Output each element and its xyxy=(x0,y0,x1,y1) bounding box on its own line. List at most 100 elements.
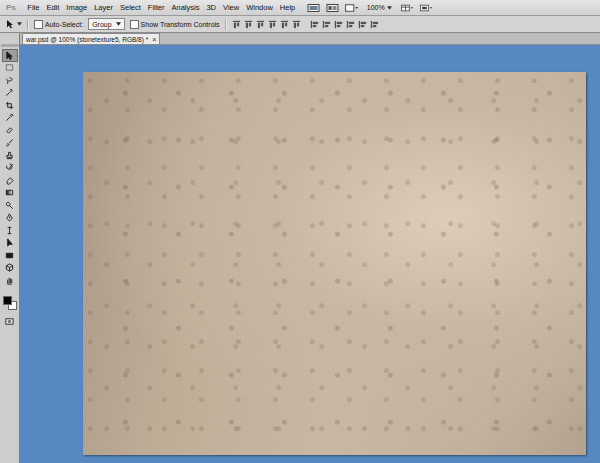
crop-tool-icon xyxy=(5,101,14,110)
quick-mask-icon[interactable] xyxy=(5,317,14,326)
tool-button[interactable] xyxy=(2,124,18,137)
align-icon[interactable] xyxy=(232,20,241,29)
tool-button[interactable] xyxy=(2,274,18,287)
auto-select-dropdown[interactable]: Group xyxy=(88,18,124,30)
align-icon[interactable] xyxy=(292,20,301,29)
tool-button[interactable] xyxy=(2,112,18,125)
separator xyxy=(27,19,29,30)
tool-button[interactable] xyxy=(2,137,18,150)
menu-item[interactable]: Select xyxy=(116,2,144,14)
brush-tool-icon xyxy=(5,138,14,147)
eraser-tool-icon xyxy=(5,176,14,185)
tool-button[interactable] xyxy=(2,249,18,262)
screen-mode-icon[interactable] xyxy=(420,3,433,13)
tool-button[interactable] xyxy=(2,212,18,225)
align-icon[interactable] xyxy=(358,20,367,29)
align-icon[interactable] xyxy=(280,20,289,29)
align-icon[interactable] xyxy=(322,20,331,29)
tool-button[interactable] xyxy=(2,262,18,275)
auto-select-label: Auto-Select: xyxy=(45,19,83,30)
menu-bar: Ps FileEditImageLayerSelectFilterAnalysis… xyxy=(0,0,600,16)
dropdown-arrow-icon xyxy=(17,22,22,26)
align-icon[interactable] xyxy=(256,20,265,29)
menu-item[interactable]: Edit xyxy=(43,2,63,14)
rotate-3d-icon xyxy=(5,263,14,272)
menu-item[interactable]: File xyxy=(24,2,43,14)
options-bar: Auto-Select: Group Show Transform Controls xyxy=(0,16,600,33)
bridge-icon[interactable] xyxy=(307,3,320,13)
panel-grip[interactable] xyxy=(1,44,19,47)
close-tab-button[interactable]: × xyxy=(152,35,156,44)
align-icon[interactable] xyxy=(268,20,277,29)
document-tab-bar: war.psd @ 100% (stonetexture5, RGB/8) * × xyxy=(20,33,600,45)
menu-item[interactable]: Image xyxy=(63,2,91,14)
tool-button[interactable] xyxy=(2,174,18,187)
tool-button[interactable] xyxy=(2,199,18,212)
zoom-dropdown[interactable]: 100% xyxy=(364,4,395,11)
photoshop-window: Ps FileEditImageLayerSelectFilterAnalysis… xyxy=(0,0,600,463)
tool-button[interactable] xyxy=(2,62,18,75)
shape-tool-icon xyxy=(5,251,14,260)
lasso-tool-icon xyxy=(5,76,14,85)
align-icon[interactable] xyxy=(244,20,253,29)
tool-preset-picker[interactable] xyxy=(5,19,22,29)
menu-item[interactable]: Analysis xyxy=(168,2,203,14)
tool-button[interactable] xyxy=(2,49,18,62)
mini-bridge-icon[interactable] xyxy=(326,3,339,13)
tool-button[interactable] xyxy=(2,74,18,87)
transform-controls-checkbox[interactable] xyxy=(130,20,139,29)
pen-tool-icon xyxy=(5,213,14,222)
color-swatches xyxy=(2,295,18,311)
tool-button[interactable] xyxy=(2,162,18,175)
tool-button[interactable] xyxy=(2,187,18,200)
hand-tool-icon xyxy=(5,276,14,285)
move-tool-icon xyxy=(5,51,14,60)
transform-controls-option[interactable]: Show Transform Controls xyxy=(130,19,220,30)
tool-button[interactable] xyxy=(2,87,18,100)
document-tab[interactable]: war.psd @ 100% (stonetexture5, RGB/8) * × xyxy=(22,33,160,44)
tool-button[interactable] xyxy=(2,224,18,237)
tool-button[interactable] xyxy=(2,149,18,162)
path-selection-icon xyxy=(5,238,14,247)
menu-item[interactable]: Filter xyxy=(144,2,168,14)
align-icon[interactable] xyxy=(346,20,355,29)
align-icon[interactable] xyxy=(334,20,343,29)
dodge-tool-icon xyxy=(5,201,14,210)
transform-controls-label: Show Transform Controls xyxy=(141,19,220,30)
auto-select-checkbox[interactable] xyxy=(34,20,43,29)
stone-texture-image[interactable] xyxy=(83,72,586,455)
clone-stamp-icon xyxy=(5,151,14,160)
dropdown-arrow-icon xyxy=(116,22,121,26)
foreground-color-swatch[interactable] xyxy=(3,296,12,305)
gradient-tool-icon xyxy=(5,188,14,197)
workspace: war.psd @ 100% (stonetexture5, RGB/8) * × xyxy=(0,33,600,463)
type-cursor-icon xyxy=(5,226,14,235)
application-bar: 100% xyxy=(307,3,433,13)
move-tool-icon xyxy=(5,19,15,29)
document-area: war.psd @ 100% (stonetexture5, RGB/8) * × xyxy=(20,33,600,463)
tools-panel xyxy=(0,33,20,463)
dropdown-arrow-icon xyxy=(387,6,392,10)
align-icon[interactable] xyxy=(370,20,379,29)
menu-item[interactable]: Layer xyxy=(91,2,117,14)
tool-button[interactable] xyxy=(2,99,18,112)
document-title: war.psd @ 100% (stonetexture5, RGB/8) * xyxy=(26,35,148,44)
history-brush-icon xyxy=(5,163,14,172)
tool-button[interactable] xyxy=(2,237,18,250)
marquee-tool-icon xyxy=(5,63,14,72)
app-logo: Ps xyxy=(6,3,16,12)
menu-item[interactable]: View xyxy=(220,2,243,14)
view-extras-icon[interactable] xyxy=(345,3,358,13)
eyedropper-icon xyxy=(5,113,14,122)
menu-item[interactable]: 3D xyxy=(203,2,220,14)
separator xyxy=(225,19,227,30)
healing-brush-icon xyxy=(5,126,14,135)
align-icon[interactable] xyxy=(310,20,319,29)
menu-item[interactable]: Help xyxy=(276,2,298,14)
align-buttons xyxy=(232,20,379,29)
auto-select-option[interactable]: Auto-Select: xyxy=(34,19,83,30)
canvas-area xyxy=(20,45,600,463)
arrange-documents-icon[interactable] xyxy=(401,3,414,13)
magic-wand-icon xyxy=(5,88,14,97)
menu-item[interactable]: Window xyxy=(243,2,277,14)
